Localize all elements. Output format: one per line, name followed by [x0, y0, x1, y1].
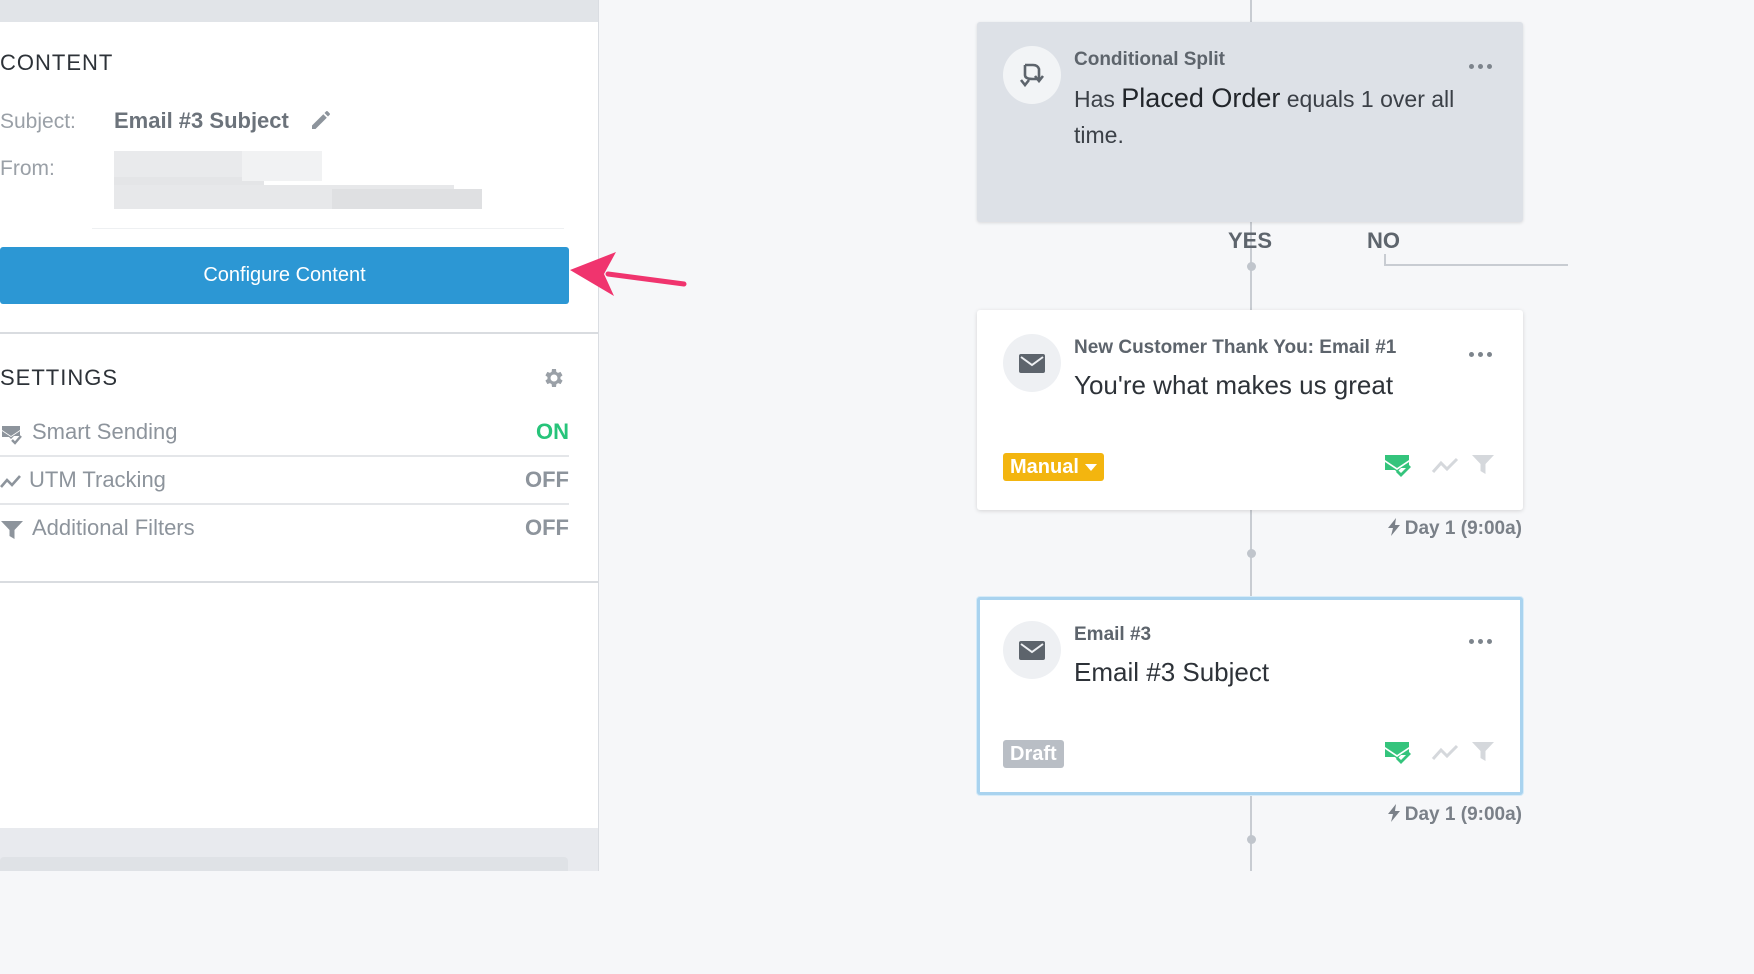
panel-bottom-bar: [0, 857, 568, 871]
smart-sending-icon: [2, 426, 22, 445]
connector-dot: [1247, 835, 1256, 844]
section-divider: [0, 332, 598, 334]
from-label: From:: [0, 157, 55, 180]
filter-icon: [1472, 742, 1494, 761]
content-section-title: CONTENT: [0, 50, 114, 75]
connector-dot: [1247, 262, 1256, 271]
subject-label: Subject:: [0, 110, 76, 133]
subject-value: Email #3 Subject: [114, 108, 289, 133]
email-icon-circle: [1003, 621, 1061, 679]
status-label: Manual: [1010, 456, 1079, 478]
setting-utm-tracking[interactable]: UTM Tracking OFF: [0, 457, 569, 505]
delay-text: Day 1 (9:00a): [1404, 518, 1522, 539]
connector-line: [1250, 795, 1252, 871]
setting-additional-filters[interactable]: Additional Filters OFF: [0, 505, 569, 553]
gear-icon[interactable]: [541, 366, 565, 390]
panel-top-bar: [0, 0, 598, 22]
connector-line: [1250, 0, 1252, 22]
left-panel: CONTENT Subject: Email #3 Subject From: …: [0, 0, 599, 871]
split-icon: [1019, 63, 1045, 88]
email-card-selected[interactable]: Email #3 Email #3 Subject Draft: [977, 597, 1523, 795]
setting-state: ON: [536, 419, 569, 444]
split-rule: Has Placed Order equals 1 over all time.: [1074, 80, 1494, 153]
email-card[interactable]: New Customer Thank You: Email #1 You're …: [977, 310, 1523, 510]
more-options-icon[interactable]: [1469, 56, 1497, 69]
status-dropdown[interactable]: Manual: [1003, 453, 1104, 481]
email-subject: You're what makes us great: [1074, 370, 1394, 400]
setting-state: OFF: [525, 467, 569, 492]
from-value-redacted: [92, 145, 572, 233]
section-divider: [0, 581, 598, 583]
rule-prefix: Has: [1074, 86, 1115, 112]
lightning-icon: [1387, 518, 1400, 536]
smart-sending-icon: [1385, 742, 1411, 764]
status-badge: Draft: [1003, 740, 1064, 768]
edit-pencil-icon[interactable]: [309, 108, 333, 132]
filter-icon: [1, 521, 23, 539]
more-options-icon[interactable]: [1469, 344, 1497, 357]
delay-label: Day 1 (9:00a): [1387, 804, 1522, 826]
settings-section-title: SETTINGS: [0, 365, 119, 390]
annotation-arrow-icon: [570, 252, 687, 296]
delay-label: Day 1 (9:00a): [1387, 518, 1522, 540]
envelope-icon: [1019, 641, 1045, 660]
utm-tracking-icon: [1431, 744, 1459, 760]
setting-label: Additional Filters: [32, 515, 195, 540]
configure-content-button[interactable]: Configure Content: [0, 247, 569, 304]
utm-tracking-icon: [1431, 457, 1459, 473]
branch-no-label: NO: [1367, 228, 1400, 253]
from-divider: [92, 228, 564, 229]
filter-icon: [1472, 455, 1494, 474]
setting-label: UTM Tracking: [29, 467, 166, 492]
envelope-icon: [1019, 354, 1045, 373]
branch-yes-label: YES: [1228, 228, 1273, 253]
email-title: New Customer Thank You: Email #1: [1074, 337, 1397, 358]
caret-down-icon: [1084, 464, 1097, 472]
utm-tracking-icon: [0, 475, 21, 488]
rule-metric: Placed Order: [1121, 83, 1281, 113]
connector-line: [1384, 264, 1568, 266]
delay-text: Day 1 (9:00a): [1404, 804, 1522, 825]
split-icon-circle: [1003, 46, 1061, 104]
setting-state: OFF: [525, 515, 569, 540]
more-options-icon[interactable]: [1469, 631, 1497, 644]
smart-sending-icon: [1385, 455, 1411, 477]
split-title: Conditional Split: [1074, 49, 1225, 70]
conditional-split-card[interactable]: Conditional Split Has Placed Order equal…: [977, 22, 1523, 222]
email-subject: Email #3 Subject: [1074, 657, 1270, 687]
email-title: Email #3: [1074, 624, 1152, 645]
connector-dot: [1247, 549, 1256, 558]
setting-smart-sending[interactable]: Smart Sending ON: [0, 409, 569, 457]
email-icon-circle: [1003, 334, 1061, 392]
lightning-icon: [1387, 804, 1400, 822]
setting-label: Smart Sending: [32, 419, 178, 444]
